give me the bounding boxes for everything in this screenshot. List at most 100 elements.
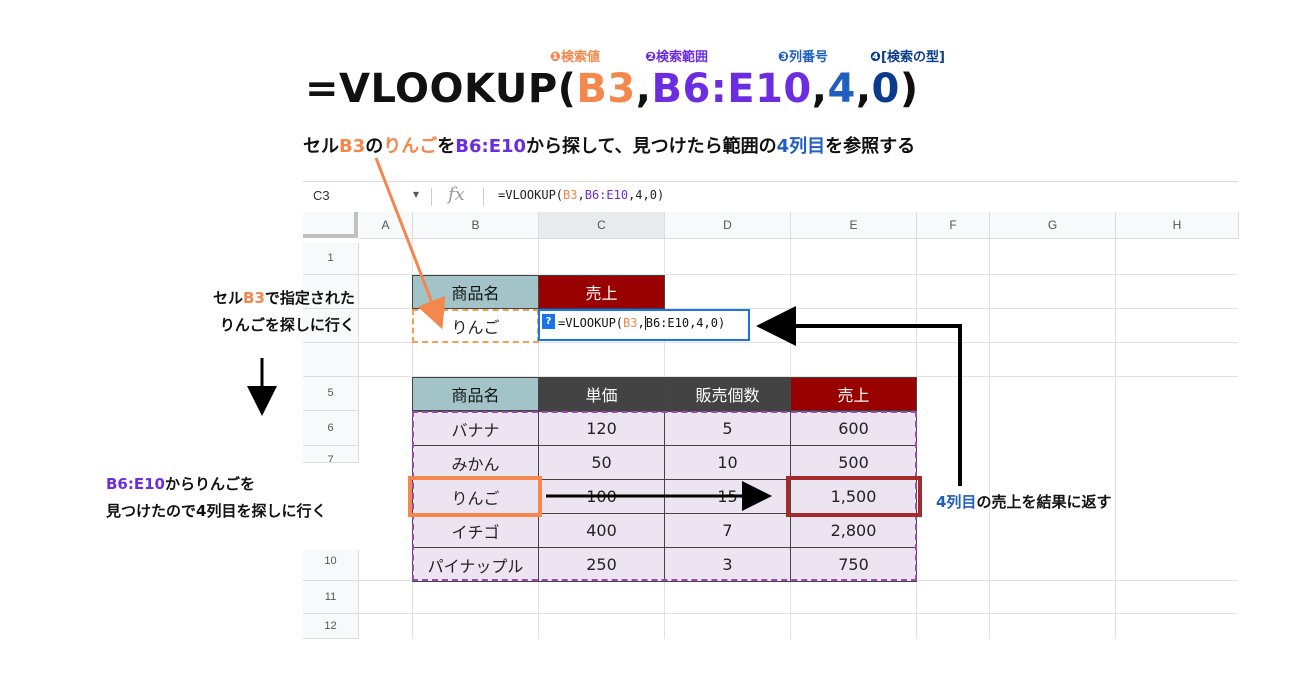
table-cell[interactable]: 2,800 [790,513,917,548]
note-b3-lookup: セルB3で指定された りんごを探しに行く [213,285,355,339]
explain-text: から探して、見つけたら範囲の [526,136,777,157]
table-cell[interactable]: 400 [538,513,665,548]
formula-bar-arg1: B3 [563,188,578,202]
fx-icon: fx [448,184,465,205]
row-header-10[interactable]: 10 [303,550,359,581]
table-header-sales[interactable]: 売上 [790,377,917,411]
chevron-down-icon[interactable]: ▾ [413,187,419,201]
cell-editor-prefix: =VLOOKUP( [558,316,624,330]
name-box[interactable]: C3 [313,188,330,203]
result-sales-highlight [786,476,922,517]
table-cell[interactable]: 7 [664,513,791,548]
cell-editor-arg2: B6:E10 [644,316,690,330]
table-cell[interactable]: 500 [790,445,917,480]
row-header-7[interactable]: 7 [303,446,359,463]
note-b3: B3 [243,289,265,307]
column-header-f[interactable]: F [917,212,990,239]
formula-bar: C3 ▾ fx =VLOOKUP(B3,B6:E10,4,0) [303,181,1238,213]
note-line: りんごを探しに行く [219,316,355,334]
formula-prefix: =VLOOKUP( [305,66,577,112]
formula-explanation: セルB3のりんごをB6:E10から探して、見つけたら範囲の4列目を参照する [303,132,915,158]
table-cell[interactable]: 50 [538,445,665,480]
column-header-g[interactable]: G [990,212,1116,239]
arg-label-column-index: ❸列番号 [778,50,829,65]
table-cell[interactable]: 15 [664,479,791,514]
note-line: 見つけたので4列目を探しに行く [106,502,327,520]
explain-text: セル [303,136,339,157]
row-header-1[interactable]: 1 [303,243,359,275]
formula-bar-arg2: B6:E10 [584,188,629,202]
note-text: からりんごを [165,475,256,493]
cell-editor[interactable]: ? =VLOOKUP(B3,B6:E10,4,0) [538,309,750,341]
table-cell[interactable]: パイナップル [412,547,539,582]
table-header-unit-price[interactable]: 単価 [538,377,665,411]
column-header-h[interactable]: H [1116,212,1239,239]
cell-editor-comma: , [637,316,645,330]
table-header-name[interactable]: 商品名 [412,377,539,411]
table-cell[interactable]: 3 [664,547,791,582]
note-column: 4列目 [936,493,977,511]
formula-comma: , [811,66,828,112]
column-header-c[interactable]: C [539,212,665,239]
formula-bar-comma: , [577,188,585,202]
column-header-b[interactable]: B [413,212,539,239]
cell-editor-arg1: B3 [623,316,638,330]
note-text: セル [213,289,244,307]
formula-arg-lookup-value: B3 [576,66,636,112]
explain-text: の [365,136,384,157]
note-range: B6:E10 [106,475,165,493]
row-header-11[interactable]: 11 [303,581,359,614]
column-header-a[interactable]: A [359,212,413,239]
row-header-4[interactable] [303,343,359,377]
table-cell[interactable]: みかん [412,445,539,480]
lookup-header-sales[interactable]: 売上 [538,275,665,309]
select-all-corner[interactable] [303,212,358,238]
row-header-6[interactable]: 6 [303,411,359,446]
table-cell[interactable]: 250 [538,547,665,582]
table-cell[interactable]: 750 [790,547,917,582]
explain-text: を参照する [825,136,916,157]
divider [483,188,484,206]
formula-large: =VLOOKUP(B3,B6:E10,4,0) [305,66,919,112]
formula-help-icon[interactable]: ? [542,314,555,329]
table-cell[interactable]: イチゴ [412,513,539,548]
formula-arg-match-type: 0 [871,66,900,112]
formula-arg-column-index: 4 [827,66,856,112]
cell-editor-text: =VLOOKUP(B3,B6:E10,4,0) [558,316,725,330]
arg-label-lookup-value: ❶検索値 [550,50,601,65]
formula-bar-rest: ,4,0) [628,188,665,202]
table-cell[interactable]: バナナ [412,411,539,446]
note-line: B6:E10からりんごを [106,471,326,498]
table-cell[interactable]: 100 [538,479,665,514]
divider [431,188,432,206]
note-text: の売上を結果に返す [976,493,1112,511]
lookup-header-name[interactable]: 商品名 [412,275,539,309]
column-header-d[interactable]: D [665,212,791,239]
table-cell[interactable]: 120 [538,411,665,446]
explain-text: を [437,136,456,157]
arg-label-range: ❷検索範囲 [645,50,709,65]
formula-input[interactable]: =VLOOKUP(B3,B6:E10,4,0) [498,188,664,202]
table-cell[interactable]: 5 [664,411,791,446]
table-header-quantity[interactable]: 販売個数 [664,377,791,411]
table-cell[interactable]: 10 [664,445,791,480]
formula-comma: , [635,66,652,112]
row-header-5[interactable]: 5 [303,377,359,411]
lookup-value-cell[interactable]: りんご [412,309,539,343]
explain-range: B6:E10 [455,136,527,157]
row-header-12[interactable]: 12 [303,614,359,639]
note-text: で指定された [264,289,355,307]
formula-suffix: ) [899,66,919,112]
column-header-e[interactable]: E [791,212,917,239]
cell-editor-rest: ,4,0) [689,316,726,330]
note-range-search: B6:E10からりんごを 見つけたので4列目を探しに行く [106,471,326,525]
table-cell[interactable]: 600 [790,411,917,446]
explain-apple: りんご [383,136,438,157]
formula-comma: , [855,66,872,112]
note-line: セルB3で指定された [213,285,355,312]
formula-bar-prefix: =VLOOKUP( [498,188,564,202]
arg-label-match-type: ❹[検索の型] [870,50,945,65]
explain-column: 4列目 [776,136,826,157]
explain-b3: B3 [339,136,366,157]
found-apple-highlight [408,476,542,517]
